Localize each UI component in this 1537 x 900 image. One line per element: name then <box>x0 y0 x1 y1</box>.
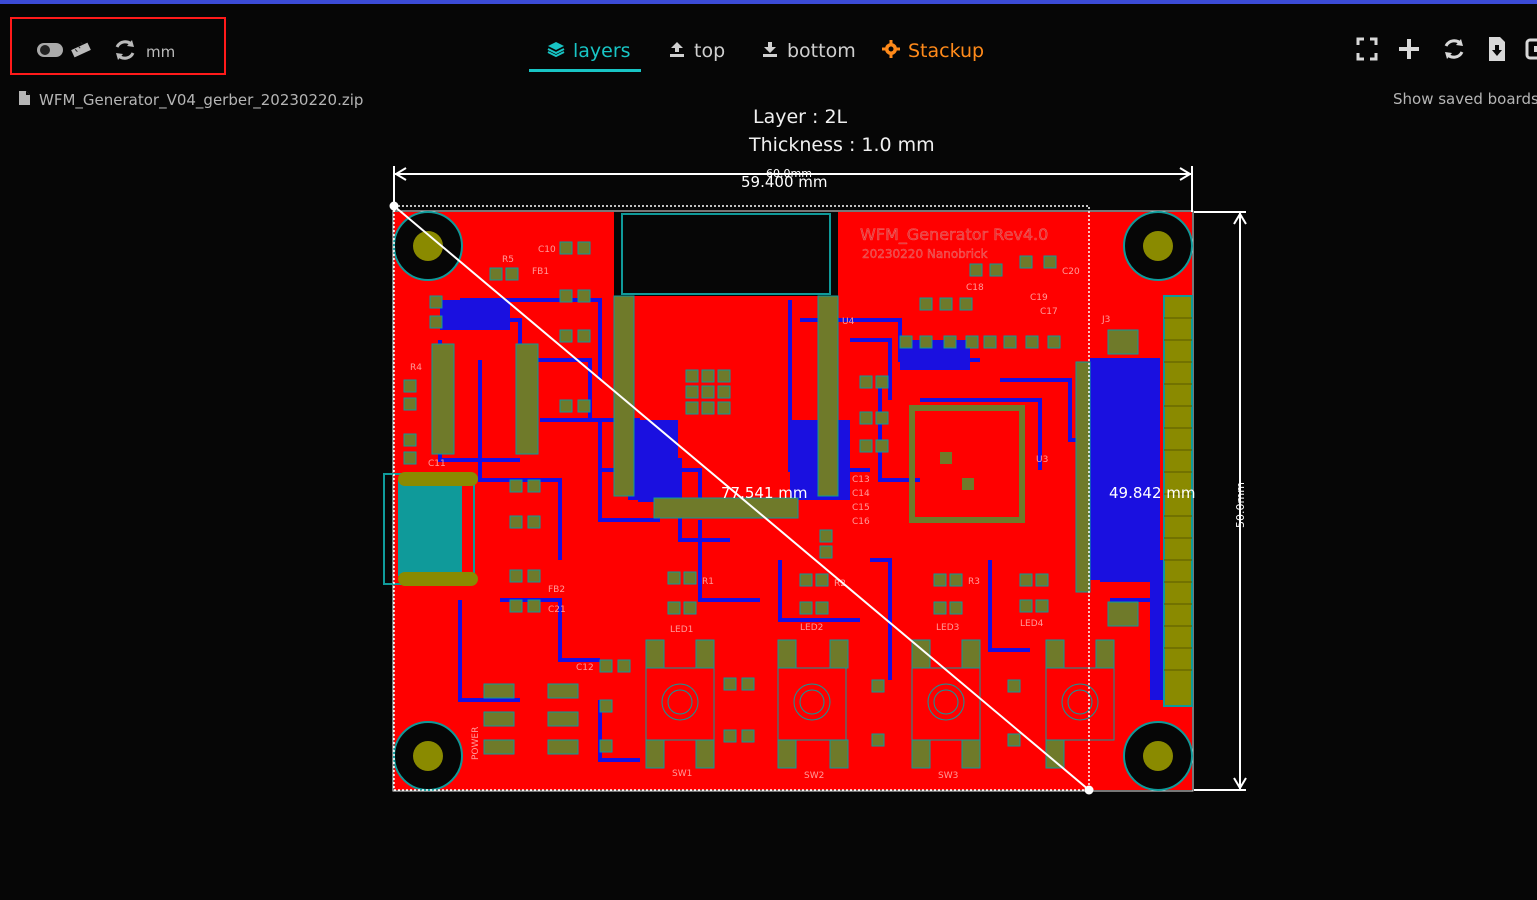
label-fb1: FB1 <box>532 267 549 277</box>
label-c10: C10 <box>538 245 556 255</box>
label-c18: C18 <box>966 283 984 293</box>
label-c16: C16 <box>852 517 870 527</box>
ic-left-pins-b <box>515 343 539 455</box>
label-r1: R1 <box>702 577 714 587</box>
label-c14: C14 <box>852 489 870 499</box>
label-u4: U4 <box>842 317 855 327</box>
label-c13: C13 <box>852 475 870 485</box>
label-led4: LED4 <box>1020 619 1044 629</box>
module-cutout <box>614 212 838 296</box>
label-c15: C15 <box>852 503 870 513</box>
connector-tab-top <box>1107 329 1139 355</box>
fpc-connector <box>1075 361 1091 593</box>
label-sw1: SW1 <box>672 769 692 779</box>
label-sw2: SW2 <box>804 771 824 781</box>
label-c20: C20 <box>1062 267 1080 277</box>
silkscreen-title: WFM_Generator Rev4.0 <box>860 225 1048 245</box>
label-sw3: SW3 <box>938 771 958 781</box>
pcb-viewer-canvas[interactable]: WFM_Generator Rev4.0 20230220 Nanobrick … <box>0 0 1537 900</box>
label-j3: J3 <box>1101 315 1110 325</box>
label-c19: C19 <box>1030 293 1048 303</box>
label-fb2: FB2 <box>548 585 565 595</box>
label-r4: R4 <box>410 363 422 373</box>
label-power: POWER <box>471 727 481 760</box>
ic-u3-pad <box>962 478 974 490</box>
label-u3: U3 <box>1036 455 1048 465</box>
label-r3: R3 <box>968 577 980 587</box>
measure-width-label: 59.400 mm <box>741 173 827 191</box>
ic-u3-pad <box>940 452 952 464</box>
label-led2: LED2 <box>800 623 823 633</box>
label-c12: C12 <box>576 663 594 673</box>
measure-start-handle[interactable] <box>389 201 399 211</box>
connector-tab-bottom <box>1107 601 1139 627</box>
silkscreen-subtitle: 20230220 Nanobrick <box>862 247 988 261</box>
height-dimension-label: 50.0mm <box>1234 482 1247 528</box>
label-c11: C11 <box>428 459 446 469</box>
label-c17: C17 <box>1040 307 1058 317</box>
measure-end-handle[interactable] <box>1084 785 1094 795</box>
label-led1: LED1 <box>670 625 693 635</box>
label-led3: LED3 <box>936 623 959 633</box>
diagonal-measure-label: 77.541 mm <box>721 484 807 502</box>
label-c21: C21 <box>548 605 566 615</box>
ic-left-pins-a <box>431 343 455 455</box>
measure-height-label: 49.842 mm <box>1109 484 1195 502</box>
label-r5: R5 <box>502 255 514 265</box>
